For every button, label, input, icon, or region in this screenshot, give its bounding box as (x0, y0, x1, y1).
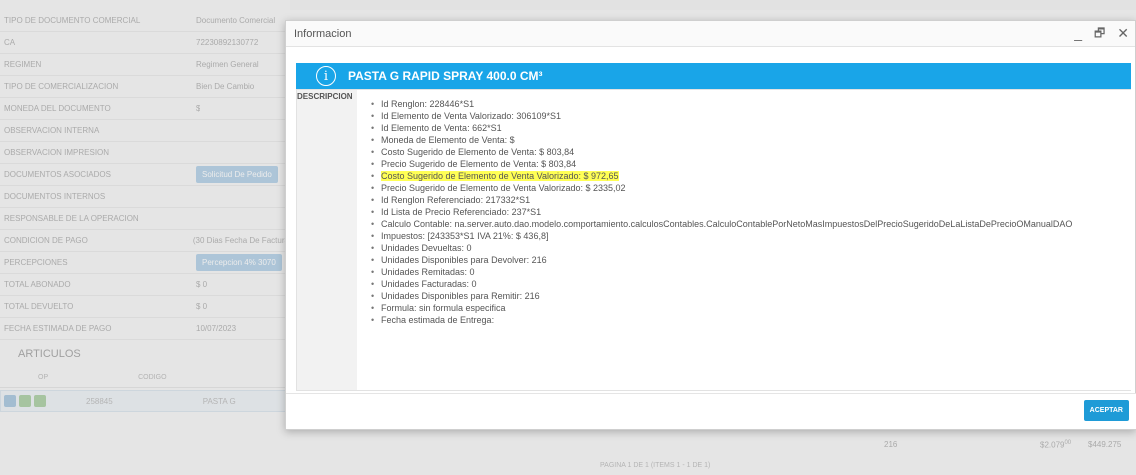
detail-item-text: Id Renglon Referenciado: 217332*S1 (381, 195, 531, 205)
details-box: Id Renglon: 228446*S1 Id Elemento de Vent… (357, 90, 1131, 390)
detail-item-text: Unidades Disponibles para Devolver: 216 (381, 255, 547, 265)
detail-item: Unidades Disponibles para Remitir: 216 (371, 290, 1131, 302)
detail-item: Unidades Facturadas: 0 (371, 278, 1131, 290)
detail-item-text: Id Elemento de Venta Valorizado: 306109*… (381, 111, 561, 121)
detail-item: Precio Sugerido de Elemento de Venta: $ … (371, 158, 1131, 170)
detail-item-text: Unidades Facturadas: 0 (381, 279, 477, 289)
detail-item-text: Id Lista de Precio Referenciado: 237*S1 (381, 207, 542, 217)
detail-item: Id Renglon: 228446*S1 (371, 98, 1131, 110)
detail-item-text: Id Elemento de Venta: 662*S1 (381, 123, 502, 133)
detail-item: Precio Sugerido de Elemento de Venta Val… (371, 182, 1131, 194)
detail-item: Impuestos: [243353*S1 IVA 21%: $ 436,8] (371, 230, 1131, 242)
detail-item: Id Elemento de Venta: 662*S1 (371, 122, 1131, 134)
modal-footer: ACEPTAR (286, 393, 1136, 429)
detail-item-text: Impuestos: [243353*S1 IVA 21%: $ 436,8] (381, 231, 549, 241)
details-list: Id Renglon: 228446*S1 Id Elemento de Vent… (371, 98, 1131, 326)
modal-title: Informacion (294, 27, 352, 40)
close-icon[interactable]: ✕ (1117, 25, 1129, 41)
detail-item: Costo Sugerido de Elemento de Venta Valo… (371, 170, 1131, 182)
detail-item-text: Costo Sugerido de Elemento de Venta: $ 8… (381, 147, 575, 157)
detail-item-text: Formula: sin formula especifica (381, 303, 506, 313)
detail-item-text: Fecha estimada de Entrega: (381, 315, 495, 325)
detail-item: Id Lista de Precio Referenciado: 237*S1 (371, 206, 1131, 218)
restore-icon[interactable]: 🗗 (1094, 25, 1105, 41)
detail-item: Calculo Contable: na.server.auto.dao.mod… (371, 218, 1131, 230)
details-panel: DESCRIPCION Id Renglon: 228446*S1 Id Elem… (296, 89, 1131, 391)
product-title: PASTA G RAPID SPRAY 400.0 CM³ (348, 69, 543, 83)
detail-item: Moneda de Elemento de Venta: $ (371, 134, 1131, 146)
detail-item: Costo Sugerido de Elemento de Venta: $ 8… (371, 146, 1131, 158)
detail-item-text: Calculo Contable: na.server.auto.dao.mod… (381, 219, 1073, 229)
description-label: DESCRIPCION (297, 92, 353, 101)
info-circle-icon: i (316, 66, 336, 86)
detail-item: Unidades Disponibles para Devolver: 216 (371, 254, 1131, 266)
detail-item-highlighted: Costo Sugerido de Elemento de Venta Valo… (381, 171, 619, 181)
detail-item: Formula: sin formula especifica (371, 302, 1131, 314)
detail-item: Id Elemento de Venta Valorizado: 306109*… (371, 110, 1131, 122)
detail-item-text: Id Renglon: 228446*S1 (381, 99, 475, 109)
accept-button[interactable]: ACEPTAR (1083, 400, 1129, 421)
detail-item-text: Moneda de Elemento de Venta: $ (381, 135, 515, 145)
minimize-icon[interactable]: _ (1074, 25, 1082, 41)
modal-header[interactable]: Informacion _ 🗗 ✕ (286, 21, 1135, 47)
detail-item: Fecha estimada de Entrega: (371, 314, 1131, 326)
detail-item-text: Unidades Devueltas: 0 (381, 243, 472, 253)
detail-item-text: Unidades Disponibles para Remitir: 216 (381, 291, 540, 301)
detail-item-text: Unidades Remitadas: 0 (381, 267, 475, 277)
detail-item: Unidades Devueltas: 0 (371, 242, 1131, 254)
detail-item: Unidades Remitadas: 0 (371, 266, 1131, 278)
detail-item-text: Precio Sugerido de Elemento de Venta Val… (381, 183, 626, 193)
detail-item-text: Precio Sugerido de Elemento de Venta: $ … (381, 159, 577, 169)
detail-item: Id Renglon Referenciado: 217332*S1 (371, 194, 1131, 206)
product-banner: i PASTA G RAPID SPRAY 400.0 CM³ (296, 63, 1131, 89)
info-modal: Informacion _ 🗗 ✕ i PASTA G RAPID SPRAY … (285, 20, 1136, 430)
window-controls: _ 🗗 ✕ (1074, 25, 1129, 41)
